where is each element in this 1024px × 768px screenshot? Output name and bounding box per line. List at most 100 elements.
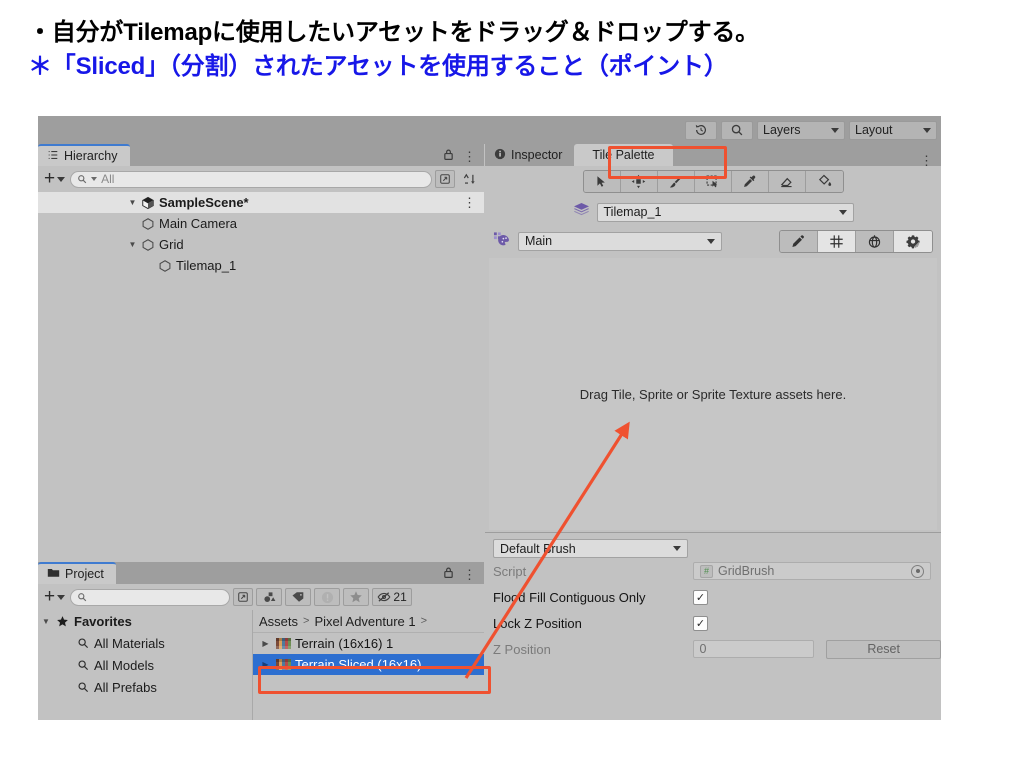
picker-tool-icon[interactable] (731, 170, 769, 192)
paint-brush-tool-icon[interactable] (657, 170, 695, 192)
brush-property-flood-fill-contiguous-only: Flood Fill Contiguous Only ✓ (485, 584, 941, 610)
hidden-items-toggle[interactable]: 21 (372, 588, 413, 606)
property-label: Script (493, 563, 527, 579)
layers-dropdown[interactable]: Layers (757, 120, 845, 140)
plus-icon: + (44, 168, 56, 189)
z-position-input[interactable]: 0 (692, 640, 815, 658)
select-tool-icon[interactable] (583, 170, 621, 192)
brush-property-lock-z-position: Lock Z Position ✓ (485, 610, 941, 636)
lock-icon[interactable] (443, 148, 454, 166)
brush-dropdown[interactable]: Default Brush (493, 539, 688, 558)
search-in-window-icon[interactable] (435, 170, 455, 188)
gizmo-globe-icon[interactable] (856, 230, 894, 252)
chevron-down-icon (838, 209, 847, 215)
project-search-input[interactable] (70, 588, 231, 606)
project-body: ▼ Favorites All Materials All Models All… (38, 610, 484, 720)
lock-z-position-checkbox[interactable]: ✓ (693, 615, 708, 631)
asset-row-terrain-sliced-16x16[interactable]: ▶ Terrain Sliced (16x16) (253, 654, 484, 675)
box-fill-tool-icon[interactable] (694, 170, 732, 192)
brush-property-script: Script # GridBrush (485, 558, 941, 584)
history-icon[interactable] (685, 120, 717, 140)
search-icon (74, 681, 91, 693)
hierarchy-row-grid[interactable]: ▼ Grid (38, 234, 484, 255)
kebab-menu-icon[interactable]: ⋮ (463, 196, 476, 209)
brush-property-z-position: Z Position 0 Reset (485, 636, 942, 662)
lock-icon[interactable] (443, 566, 454, 584)
gameobject-icon (139, 217, 156, 231)
grid-icon[interactable] (818, 230, 856, 252)
favorites-item-all-models[interactable]: All Models (38, 654, 252, 676)
search-icon (74, 637, 91, 649)
twisty-expanded-icon[interactable]: ▼ (38, 617, 54, 626)
hierarchy-row-label: Tilemap_1 (176, 258, 237, 273)
hierarchy-row-samplescene[interactable]: ▼ SampleScene* ⋮ (38, 192, 484, 213)
plus-icon: + (44, 586, 56, 607)
twisty-collapsed-icon[interactable]: ▶ (259, 639, 272, 648)
favorites-group-header[interactable]: ▼ Favorites (38, 610, 252, 632)
tab-hierarchy[interactable]: Hierarchy (38, 144, 130, 166)
search-icon (78, 593, 87, 602)
drop-area-hint: Drag Tile, Sprite or Sprite Texture asse… (579, 386, 847, 402)
favorites-item-all-prefabs[interactable]: All Prefabs (38, 676, 252, 698)
palette-dropdown[interactable]: Main (518, 231, 722, 251)
tab-hierarchy-label: Hierarchy (64, 149, 118, 163)
brush-settings-gear-icon[interactable] (894, 230, 932, 252)
inspector-tabbar: Inspector Tile Palette ⋮ (485, 144, 941, 167)
hierarchy-panel: Hierarchy ⋮ + All ▼ SampleScene* ⋮ Main … (38, 144, 484, 562)
hierarchy-row-tilemap-1[interactable]: Tilemap_1 (38, 255, 484, 276)
twisty-expanded-icon[interactable]: ▼ (126, 198, 139, 207)
layers-dropdown-label: Layers (763, 123, 801, 137)
type-filter-icon[interactable] (256, 588, 283, 606)
chevron-down-icon (923, 127, 931, 133)
script-object-field[interactable]: # GridBrush (693, 562, 931, 580)
chevron-right-icon: > (303, 615, 310, 627)
tilemap-selector-row: Tilemap_1 (485, 200, 941, 224)
caption-line-2: ＊「Sliced」（分割）されたアセットを使用すること（ポイント） (28, 53, 728, 81)
favorites-label: Favorites (74, 613, 132, 629)
twisty-collapsed-icon[interactable]: ▶ (259, 660, 272, 669)
hierarchy-search-input[interactable]: All (70, 170, 432, 188)
tab-inspector[interactable]: Inspector (485, 144, 574, 166)
twisty-expanded-icon[interactable]: ▼ (126, 240, 139, 249)
breadcrumb-item-assets[interactable]: Assets (259, 614, 298, 629)
flood-fill-tool-icon[interactable] (805, 170, 843, 192)
hierarchy-tabbar-right: ⋮ (443, 148, 484, 166)
tilemap-dropdown[interactable]: Tilemap_1 (596, 202, 854, 222)
favorite-star-icon[interactable] (343, 588, 370, 606)
warning-icon[interactable] (314, 588, 341, 606)
hierarchy-row-label: SampleScene* (159, 195, 249, 210)
reset-button[interactable]: Reset (826, 639, 942, 659)
tile-palette-drop-area[interactable]: Drag Tile, Sprite or Sprite Texture asse… (489, 258, 937, 530)
favorites-item-all-materials[interactable]: All Materials (38, 632, 252, 654)
search-icon[interactable] (721, 120, 753, 140)
project-tabbar-right: ⋮ (443, 566, 484, 584)
tab-project[interactable]: Project (38, 562, 116, 584)
kebab-menu-icon[interactable]: ⋮ (463, 568, 476, 581)
kebab-menu-icon[interactable]: ⋮ (920, 154, 933, 167)
layout-dropdown[interactable]: Layout (849, 120, 937, 140)
label-tag-icon[interactable] (285, 588, 312, 606)
eraser-tool-icon[interactable] (768, 170, 806, 192)
object-picker-icon[interactable] (911, 564, 924, 578)
create-asset-button[interactable]: + (42, 586, 67, 607)
add-gameobject-button[interactable]: + (42, 168, 67, 189)
tab-tile-palette[interactable]: Tile Palette (574, 144, 673, 166)
project-asset-list: Assets > Pixel Adventure 1 > ▶ Terrain (… (253, 610, 484, 720)
palette-icon (493, 231, 510, 252)
asset-row-terrain-16x16-1[interactable]: ▶ Terrain (16x16) 1 (253, 633, 484, 654)
project-favorites-tree: ▼ Favorites All Materials All Models All… (38, 610, 253, 720)
brush-dropdown-value: Default Brush (500, 541, 576, 556)
move-tool-icon[interactable] (620, 170, 658, 192)
breadcrumb-item-pixel-adventure-1[interactable]: Pixel Adventure 1 (314, 614, 415, 629)
flood-fill-contiguous-only-checkbox[interactable]: ✓ (693, 589, 708, 605)
search-icon (74, 659, 91, 671)
search-in-window-icon[interactable] (233, 588, 254, 606)
inspector-tabbar-right: ⋮ (920, 154, 941, 167)
hierarchy-tree: ▼ SampleScene* ⋮ Main Camera ▼ Grid Tile… (38, 192, 484, 562)
hierarchy-row-main-camera[interactable]: Main Camera (38, 213, 484, 234)
edit-pencil-icon[interactable] (780, 230, 818, 252)
sort-alphabetical-icon[interactable] (458, 169, 480, 189)
hierarchy-icon (47, 149, 59, 164)
project-toolbar: + 21 (38, 584, 484, 610)
kebab-menu-icon[interactable]: ⋮ (463, 150, 476, 163)
